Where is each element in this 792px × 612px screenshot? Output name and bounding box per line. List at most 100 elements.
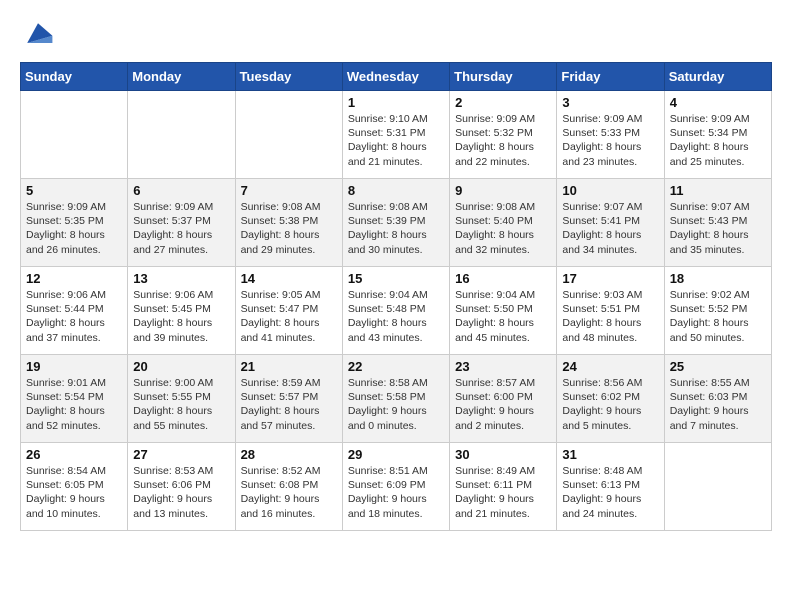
weekday-header-wednesday: Wednesday <box>342 63 449 91</box>
calendar-cell: 7Sunrise: 9:08 AM Sunset: 5:38 PM Daylig… <box>235 179 342 267</box>
day-info: Sunrise: 8:53 AM Sunset: 6:06 PM Dayligh… <box>133 464 229 521</box>
page: SundayMondayTuesdayWednesdayThursdayFrid… <box>0 0 792 612</box>
weekday-header-saturday: Saturday <box>664 63 771 91</box>
day-number: 17 <box>562 271 658 286</box>
calendar-cell: 8 Sunrise: 9:08 AM Sunset: 5:39 PM Daylig… <box>342 179 449 267</box>
day-number: 20 <box>133 359 229 374</box>
day-info: Sunrise: 8:52 AM Sunset: 6:08 PM Dayligh… <box>241 464 337 521</box>
day-number: 4 <box>670 95 766 110</box>
day-number: 18 <box>670 271 766 286</box>
day-info: Sunrise: 9:03 AM Sunset: 5:51 PM Dayligh… <box>562 288 658 345</box>
calendar-cell: 11 Sunrise: 9:07 AM Sunset: 5:43 PM Dayli… <box>664 179 771 267</box>
calendar-cell: 1 Sunrise: 9:10 AM Sunset: 5:31 PM Daylig… <box>342 91 449 179</box>
day-number: 8 <box>348 183 444 198</box>
day-info: Sunrise: 9:09 AM Sunset: 5:35 PM Dayligh… <box>26 200 122 257</box>
calendar-cell: 12 Sunrise: 9:06 AM Sunset: 5:44 PM Dayli… <box>21 267 128 355</box>
day-number: 6 <box>133 183 229 198</box>
day-info: Sunrise: 9:09 AM Sunset: 5:37 PM Dayligh… <box>133 200 229 257</box>
day-info: Sunrise: 9:09 AM Sunset: 5:34 PM Dayligh… <box>670 112 766 169</box>
day-info: Sunrise: 9:00 AM Sunset: 5:55 PM Dayligh… <box>133 376 229 433</box>
day-number: 29 <box>348 447 444 462</box>
calendar-cell: 4 Sunrise: 9:09 AM Sunset: 5:34 PM Daylig… <box>664 91 771 179</box>
week-row-1: 1 Sunrise: 9:10 AM Sunset: 5:31 PM Daylig… <box>21 91 772 179</box>
calendar-cell: 5Sunrise: 9:09 AM Sunset: 5:35 PM Daylig… <box>21 179 128 267</box>
calendar-cell: 19 Sunrise: 9:01 AM Sunset: 5:54 PM Dayli… <box>21 355 128 443</box>
day-info: Sunrise: 9:04 AM Sunset: 5:50 PM Dayligh… <box>455 288 551 345</box>
calendar-cell: 30Sunrise: 8:49 AM Sunset: 6:11 PM Dayli… <box>450 443 557 531</box>
day-number: 31 <box>562 447 658 462</box>
calendar-cell: 14 Sunrise: 9:05 AM Sunset: 5:47 PM Dayli… <box>235 267 342 355</box>
day-number: 23 <box>455 359 551 374</box>
calendar-cell <box>128 91 235 179</box>
day-info: Sunrise: 9:01 AM Sunset: 5:54 PM Dayligh… <box>26 376 122 433</box>
weekday-header-sunday: Sunday <box>21 63 128 91</box>
day-info: Sunrise: 8:48 AM Sunset: 6:13 PM Dayligh… <box>562 464 658 521</box>
day-number: 15 <box>348 271 444 286</box>
week-row-3: 12 Sunrise: 9:06 AM Sunset: 5:44 PM Dayli… <box>21 267 772 355</box>
day-number: 11 <box>670 183 766 198</box>
day-number: 13 <box>133 271 229 286</box>
logo-icon <box>20 16 56 52</box>
calendar-body: 1 Sunrise: 9:10 AM Sunset: 5:31 PM Daylig… <box>21 91 772 531</box>
day-number: 19 <box>26 359 122 374</box>
day-info: Sunrise: 9:07 AM Sunset: 5:43 PM Dayligh… <box>670 200 766 257</box>
calendar-cell: 18 Sunrise: 9:02 AM Sunset: 5:52 PM Dayli… <box>664 267 771 355</box>
day-info: Sunrise: 9:09 AM Sunset: 5:32 PM Dayligh… <box>455 112 551 169</box>
calendar-cell: 22 Sunrise: 8:58 AM Sunset: 5:58 PM Dayli… <box>342 355 449 443</box>
day-info: Sunrise: 9:06 AM Sunset: 5:45 PM Dayligh… <box>133 288 229 345</box>
calendar-cell: 25 Sunrise: 8:55 AM Sunset: 6:03 PM Dayli… <box>664 355 771 443</box>
calendar-cell: 17 Sunrise: 9:03 AM Sunset: 5:51 PM Dayli… <box>557 267 664 355</box>
header <box>20 16 772 52</box>
day-number: 28 <box>241 447 337 462</box>
day-number: 16 <box>455 271 551 286</box>
day-info: Sunrise: 9:05 AM Sunset: 5:47 PM Dayligh… <box>241 288 337 345</box>
day-number: 14 <box>241 271 337 286</box>
day-number: 12 <box>26 271 122 286</box>
day-number: 24 <box>562 359 658 374</box>
day-info: Sunrise: 9:08 AM Sunset: 5:39 PM Dayligh… <box>348 200 444 257</box>
calendar-cell: 6 Sunrise: 9:09 AM Sunset: 5:37 PM Daylig… <box>128 179 235 267</box>
day-number: 27 <box>133 447 229 462</box>
day-number: 3 <box>562 95 658 110</box>
calendar-cell: 10Sunrise: 9:07 AM Sunset: 5:41 PM Dayli… <box>557 179 664 267</box>
calendar-cell <box>235 91 342 179</box>
day-info: Sunrise: 8:57 AM Sunset: 6:00 PM Dayligh… <box>455 376 551 433</box>
day-info: Sunrise: 8:51 AM Sunset: 6:09 PM Dayligh… <box>348 464 444 521</box>
calendar-cell: 24Sunrise: 8:56 AM Sunset: 6:02 PM Dayli… <box>557 355 664 443</box>
day-info: Sunrise: 8:54 AM Sunset: 6:05 PM Dayligh… <box>26 464 122 521</box>
week-row-4: 19 Sunrise: 9:01 AM Sunset: 5:54 PM Dayli… <box>21 355 772 443</box>
day-info: Sunrise: 9:08 AM Sunset: 5:40 PM Dayligh… <box>455 200 551 257</box>
day-number: 22 <box>348 359 444 374</box>
calendar-cell: 27 Sunrise: 8:53 AM Sunset: 6:06 PM Dayli… <box>128 443 235 531</box>
weekday-header-row: SundayMondayTuesdayWednesdayThursdayFrid… <box>21 63 772 91</box>
calendar-cell: 31 Sunrise: 8:48 AM Sunset: 6:13 PM Dayli… <box>557 443 664 531</box>
day-number: 25 <box>670 359 766 374</box>
week-row-5: 26 Sunrise: 8:54 AM Sunset: 6:05 PM Dayli… <box>21 443 772 531</box>
day-info: Sunrise: 9:10 AM Sunset: 5:31 PM Dayligh… <box>348 112 444 169</box>
day-info: Sunrise: 9:06 AM Sunset: 5:44 PM Dayligh… <box>26 288 122 345</box>
calendar-cell: 16 Sunrise: 9:04 AM Sunset: 5:50 PM Dayli… <box>450 267 557 355</box>
calendar-cell: 26 Sunrise: 8:54 AM Sunset: 6:05 PM Dayli… <box>21 443 128 531</box>
calendar-cell <box>664 443 771 531</box>
day-info: Sunrise: 9:09 AM Sunset: 5:33 PM Dayligh… <box>562 112 658 169</box>
day-info: Sunrise: 8:49 AM Sunset: 6:11 PM Dayligh… <box>455 464 551 521</box>
calendar-cell: 13 Sunrise: 9:06 AM Sunset: 5:45 PM Dayli… <box>128 267 235 355</box>
day-info: Sunrise: 9:02 AM Sunset: 5:52 PM Dayligh… <box>670 288 766 345</box>
calendar-cell: 2Sunrise: 9:09 AM Sunset: 5:32 PM Daylig… <box>450 91 557 179</box>
day-info: Sunrise: 9:08 AM Sunset: 5:38 PM Dayligh… <box>241 200 337 257</box>
calendar-cell: 23 Sunrise: 8:57 AM Sunset: 6:00 PM Dayli… <box>450 355 557 443</box>
day-info: Sunrise: 9:07 AM Sunset: 5:41 PM Dayligh… <box>562 200 658 257</box>
day-number: 9 <box>455 183 551 198</box>
calendar-cell: 20 Sunrise: 9:00 AM Sunset: 5:55 PM Dayli… <box>128 355 235 443</box>
logo <box>20 16 60 52</box>
calendar-cell: 28 Sunrise: 8:52 AM Sunset: 6:08 PM Dayli… <box>235 443 342 531</box>
day-number: 26 <box>26 447 122 462</box>
weekday-header-thursday: Thursday <box>450 63 557 91</box>
day-info: Sunrise: 8:55 AM Sunset: 6:03 PM Dayligh… <box>670 376 766 433</box>
day-number: 1 <box>348 95 444 110</box>
day-info: Sunrise: 8:59 AM Sunset: 5:57 PM Dayligh… <box>241 376 337 433</box>
calendar-cell: 3 Sunrise: 9:09 AM Sunset: 5:33 PM Daylig… <box>557 91 664 179</box>
calendar-header: SundayMondayTuesdayWednesdayThursdayFrid… <box>21 63 772 91</box>
calendar-cell: 9 Sunrise: 9:08 AM Sunset: 5:40 PM Daylig… <box>450 179 557 267</box>
day-info: Sunrise: 8:58 AM Sunset: 5:58 PM Dayligh… <box>348 376 444 433</box>
